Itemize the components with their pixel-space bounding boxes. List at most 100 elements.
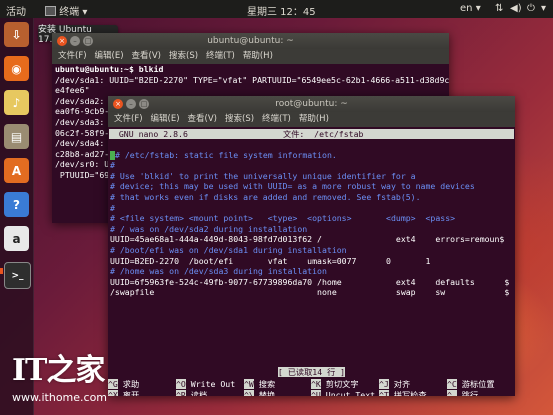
nano-version: GNU nano 2.8.6 bbox=[109, 129, 188, 139]
nano-shortcut: ^W 搜索 bbox=[244, 379, 275, 390]
shortcut-key: ^R bbox=[176, 389, 186, 396]
menu-item[interactable]: 文件(F) bbox=[58, 51, 87, 61]
menu-item[interactable]: 编辑(E) bbox=[95, 51, 124, 61]
menu-bar: 文件(F) 编辑(E) 查看(V) 搜索(S) 终端(T) 帮助(H) bbox=[108, 112, 515, 127]
fstab-entry-line: /swapfile none swap sw $ bbox=[108, 287, 515, 298]
help-icon[interactable]: ? bbox=[4, 192, 29, 217]
nano-shortcut: ^R 读档 bbox=[176, 389, 208, 396]
line-text: UUID=B2ED-2270 /boot/efi vfat umask=0077… bbox=[110, 255, 431, 266]
fstab-entry-line: UUID=45ae68a1-444a-449d-8043-98fd7d013f6… bbox=[108, 234, 515, 245]
window-titlebar[interactable]: × – □ ubuntu@ubuntu: ~ bbox=[52, 33, 449, 49]
shortcut-key: ^K bbox=[311, 379, 321, 389]
line-text: UUID=6f5963fe-524c-49fb-9077-67739896da7… bbox=[110, 276, 510, 287]
app-menu-label: 终端 bbox=[59, 7, 80, 18]
menu-item[interactable]: 查看(V) bbox=[188, 114, 217, 124]
menu-item[interactable]: 帮助(H) bbox=[243, 51, 273, 61]
minimize-icon[interactable]: – bbox=[126, 99, 136, 109]
nano-filename: 文件: /etc/fstab bbox=[283, 129, 364, 139]
terminal-icon[interactable]: >_ bbox=[4, 262, 31, 289]
close-icon[interactable]: × bbox=[113, 99, 123, 109]
menu-item[interactable]: 文件(F) bbox=[114, 114, 143, 124]
fstab-comment-line: # device; this may be used with UUID= as… bbox=[108, 181, 515, 192]
menu-item[interactable]: 编辑(E) bbox=[151, 114, 180, 124]
menu-item[interactable]: 查看(V) bbox=[132, 51, 161, 61]
network-icon[interactable]: ⇅ bbox=[495, 3, 503, 14]
line-text: # that works even if disks are added and… bbox=[110, 191, 421, 202]
watermark-url: www.ithome.com bbox=[12, 391, 108, 404]
terminal-output-line: /dev/sda1: UUID="B2ED-2270" TYPE="vfat" … bbox=[55, 74, 449, 85]
terminal-output-line: e4fee6" bbox=[55, 85, 90, 96]
files-icon[interactable]: ▤ bbox=[4, 124, 29, 149]
line-text: # bbox=[110, 160, 115, 171]
nano-status-bar: [ 已读取14 行 ] bbox=[108, 367, 515, 378]
fstab-comment-line: # /home was on /dev/sda3 during installa… bbox=[108, 266, 515, 277]
line-text: # /etc/fstab: static file system informa… bbox=[115, 149, 337, 160]
nano-shortcut: ^T 拼写检查 bbox=[379, 389, 427, 396]
line-text: UUID=45ae68a1-444a-449d-8043-98fd7d013f6… bbox=[110, 234, 505, 245]
shortcut-key: ^J bbox=[379, 379, 389, 389]
shortcut-key: ^C bbox=[447, 379, 457, 389]
shortcut-key: ^_ bbox=[447, 389, 457, 396]
terminal-small-icon bbox=[45, 6, 56, 16]
amazon-icon[interactable]: a bbox=[4, 226, 29, 251]
power-icon[interactable]: ⏻ bbox=[527, 3, 535, 14]
line-text: # Use 'blkid' to print the universally u… bbox=[110, 170, 416, 181]
shortcut-key: ^W bbox=[244, 379, 254, 389]
shortcut-label: 对齐 bbox=[393, 379, 411, 389]
nano-buffer[interactable]: # /etc/fstab: static file system informa… bbox=[108, 139, 515, 298]
menu-item[interactable]: 搜索(S) bbox=[225, 114, 254, 124]
nano-shortcut: ^U Uncut Text bbox=[311, 389, 375, 396]
top-panel: 活动 终端 ▾ 星期三 12：45 en ▾ ⇅ ◀) ⏻ ▾ bbox=[0, 0, 553, 18]
nano-shortcut: ^\ 替换 bbox=[244, 389, 275, 396]
fstab-comment-line: # / was on /dev/sda2 during installation bbox=[108, 224, 515, 235]
firefox-icon[interactable]: ◉ bbox=[4, 56, 29, 81]
minimize-icon[interactable]: – bbox=[70, 36, 80, 46]
menu-item[interactable]: 帮助(H) bbox=[299, 114, 329, 124]
volume-icon[interactable]: ◀) bbox=[510, 3, 522, 14]
menu-bar: 文件(F) 编辑(E) 查看(V) 搜索(S) 终端(T) 帮助(H) bbox=[52, 49, 449, 64]
terminal-window-root[interactable]: × – □ root@ubuntu: ~ 文件(F) 编辑(E) 查看(V) 搜索(S… bbox=[108, 96, 515, 396]
fstab-entry-line: UUID=B2ED-2270 /boot/efi vfat umask=0077… bbox=[108, 256, 515, 267]
menu-item[interactable]: 搜索(S) bbox=[169, 51, 198, 61]
nano-status-text: [ 已读取14 行 ] bbox=[277, 367, 346, 377]
rhythmbox-icon[interactable]: ♪ bbox=[4, 90, 29, 115]
activities-button[interactable]: 活动 bbox=[6, 3, 26, 18]
chevron-down-icon: ▾ bbox=[82, 7, 88, 18]
maximize-icon[interactable]: □ bbox=[139, 99, 149, 109]
shortcut-label: 跳行 bbox=[461, 389, 479, 396]
menu-item[interactable]: 终端(T) bbox=[262, 114, 291, 124]
line-text: # bbox=[110, 202, 115, 213]
shortcut-label: 读档 bbox=[190, 389, 208, 396]
app-menu-button[interactable]: 终端 ▾ bbox=[45, 3, 87, 18]
nano-editor[interactable]: GNU nano 2.8.6 文件: /etc/fstab # /etc/fsta… bbox=[108, 127, 515, 396]
line-text: # <file system> <mount point> <type> <op… bbox=[110, 213, 456, 224]
nano-shortcut: ^G 求助 bbox=[108, 379, 139, 390]
nano-shortcut: ^_ 跳行 bbox=[447, 389, 479, 396]
fstab-entry-line: UUID=6f5963fe-524c-49fb-9077-67739896da7… bbox=[108, 277, 515, 288]
fstab-comment-line: # bbox=[108, 160, 515, 171]
nano-shortcut: ^J 对齐 bbox=[379, 379, 410, 390]
active-indicator bbox=[0, 268, 3, 274]
window-title: ubuntu@ubuntu: ~ bbox=[207, 36, 294, 46]
close-icon[interactable]: × bbox=[57, 36, 67, 46]
installer-icon[interactable]: ⇩ bbox=[4, 22, 29, 47]
fstab-entry-line bbox=[108, 139, 515, 150]
watermark-logo: IT之家 bbox=[12, 353, 105, 388]
shortcut-key: ^\ bbox=[244, 389, 254, 396]
software-icon[interactable]: A bbox=[4, 158, 29, 183]
line-text: /swapfile none swap sw $ bbox=[110, 287, 510, 298]
clock[interactable]: 星期三 12：45 bbox=[247, 3, 316, 18]
chevron-down-icon: ▾ bbox=[475, 3, 481, 14]
shortcut-label: 剪切文字 bbox=[325, 379, 359, 389]
shortcut-key: ^X bbox=[108, 389, 118, 396]
shortcut-key: ^O bbox=[176, 379, 186, 389]
shortcut-key: ^G bbox=[108, 379, 118, 389]
shortcut-label: 拼写检查 bbox=[393, 389, 427, 396]
window-titlebar[interactable]: × – □ root@ubuntu: ~ bbox=[108, 96, 515, 112]
line-text: # / was on /dev/sda2 during installation bbox=[110, 223, 308, 234]
chevron-down-icon[interactable]: ▾ bbox=[541, 3, 546, 14]
nano-shortcut: ^K 剪切文字 bbox=[311, 379, 359, 390]
menu-item[interactable]: 终端(T) bbox=[206, 51, 235, 61]
maximize-icon[interactable]: □ bbox=[83, 36, 93, 46]
keyboard-layout-indicator[interactable]: en ▾ bbox=[460, 3, 481, 14]
